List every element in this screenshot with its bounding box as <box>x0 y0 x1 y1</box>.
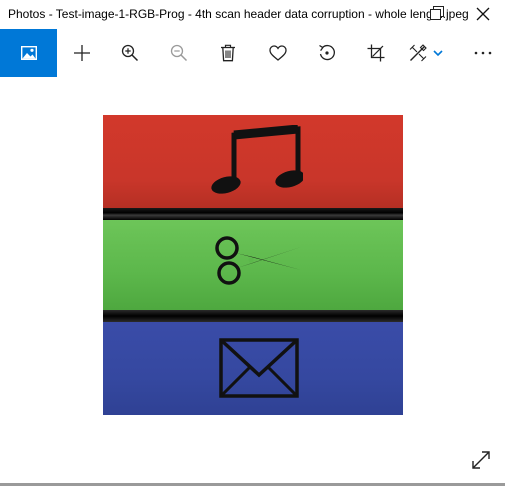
restore-icon[interactable] <box>430 6 444 20</box>
favorite-button[interactable] <box>256 29 300 77</box>
envelope-icon <box>219 338 299 398</box>
zoom-in-button[interactable] <box>108 29 152 77</box>
title-bar: Photos - Test-image-1-RGB-Prog - 4th sca… <box>0 0 505 29</box>
image-icon <box>20 46 37 60</box>
edit-create-button[interactable] <box>400 29 452 77</box>
heart-icon <box>269 45 287 61</box>
more-icon <box>474 51 492 55</box>
close-icon[interactable] <box>475 6 491 22</box>
scissors-icon <box>215 236 301 285</box>
separator-stripe <box>103 310 403 322</box>
edit-icon <box>409 44 427 62</box>
toolbar <box>0 29 505 77</box>
photo-canvas[interactable] <box>103 115 403 415</box>
separator-stripe <box>103 208 403 220</box>
crop-icon <box>367 44 385 62</box>
rotate-icon <box>319 44 335 61</box>
chevron-down-icon <box>433 50 443 57</box>
fullscreen-expand-icon[interactable] <box>471 450 491 470</box>
zoom-out-icon <box>170 44 188 62</box>
crop-button[interactable] <box>354 29 398 77</box>
plus-icon <box>74 45 90 61</box>
music-note-icon <box>211 125 303 194</box>
delete-button[interactable] <box>206 29 250 77</box>
more-button[interactable] <box>461 29 505 77</box>
window-title: Photos - Test-image-1-RGB-Prog - 4th sca… <box>8 7 469 21</box>
rotate-button[interactable] <box>305 29 349 77</box>
trash-icon <box>221 44 235 62</box>
zoom-out-button[interactable] <box>157 29 201 77</box>
zoom-in-icon <box>121 44 139 62</box>
add-button[interactable] <box>60 29 104 77</box>
photos-app-button[interactable] <box>0 29 57 77</box>
